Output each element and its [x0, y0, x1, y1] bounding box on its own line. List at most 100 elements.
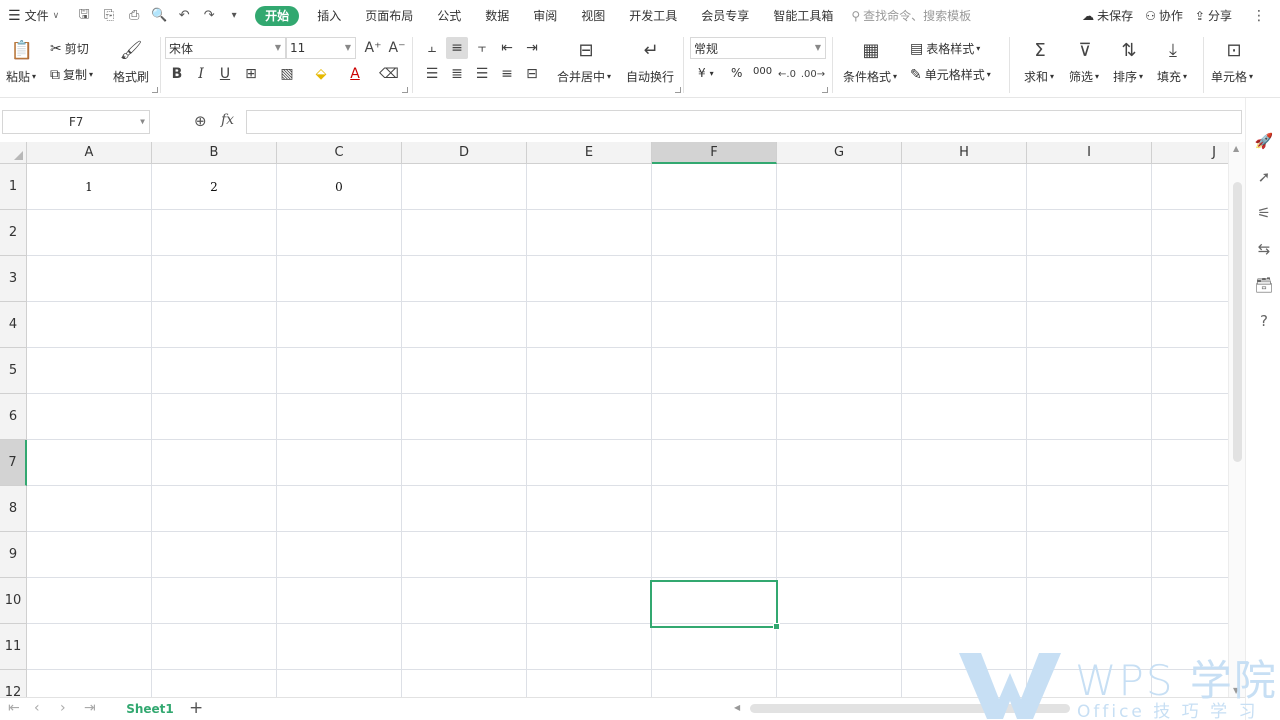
- undo-icon[interactable]: ↶: [173, 5, 195, 27]
- row-header-9[interactable]: 9: [0, 532, 27, 578]
- align-left-icon[interactable]: ☰: [421, 63, 443, 85]
- percent-format-button[interactable]: %: [731, 66, 742, 80]
- zoom-icon[interactable]: ⊕: [194, 112, 207, 130]
- paste-icon[interactable]: 📋: [8, 37, 36, 63]
- select-all-button[interactable]: [0, 142, 27, 164]
- fill-button[interactable]: 填充 ▾: [1157, 68, 1187, 85]
- column-header-i[interactable]: I: [1027, 142, 1152, 164]
- horizontal-scrollbar[interactable]: ◀: [730, 703, 1240, 714]
- fill-color-icon[interactable]: ⬙: [310, 63, 332, 85]
- column-header-f[interactable]: F: [652, 142, 777, 164]
- font-dialog-launcher[interactable]: [402, 87, 408, 93]
- row-header-3[interactable]: 3: [0, 256, 27, 302]
- tab-page-layout[interactable]: 页面布局: [353, 0, 425, 31]
- tab-review[interactable]: 审阅: [521, 0, 569, 31]
- horizontal-scroll-thumb[interactable]: [750, 704, 1070, 713]
- thousands-format-button[interactable]: 000: [753, 66, 772, 77]
- align-right-icon[interactable]: ☰: [471, 63, 493, 85]
- cell-style-button[interactable]: ✎ 单元格样式 ▾: [910, 66, 991, 83]
- filter-button[interactable]: 筛选 ▾: [1069, 68, 1099, 85]
- print-preview-icon[interactable]: 🔍: [148, 5, 170, 27]
- number-format-select[interactable]: 常规 ▼: [690, 37, 826, 59]
- cell-shading-icon[interactable]: ▧: [276, 63, 298, 85]
- column-header-h[interactable]: H: [902, 142, 1027, 164]
- increase-indent-icon[interactable]: ⇥: [521, 37, 543, 59]
- row-header-4[interactable]: 4: [0, 302, 27, 348]
- first-sheet-icon[interactable]: ⇤: [8, 700, 20, 716]
- wrap-text-icon[interactable]: ↵: [637, 37, 665, 63]
- cell-b1[interactable]: 2: [152, 164, 276, 209]
- conditional-format-icon[interactable]: ▦: [857, 37, 885, 63]
- merge-center-icon[interactable]: ⊟: [572, 37, 600, 63]
- spreadsheet-grid[interactable]: ABCDEFGHIJ 1 2 3 4 5 6 7 8 9 10 11 12 120: [0, 142, 1228, 697]
- tab-insert[interactable]: 插入: [305, 0, 353, 31]
- sheet-tab-sheet1[interactable]: Sheet1: [116, 698, 184, 720]
- row-header-2[interactable]: 2: [0, 210, 27, 256]
- tab-home[interactable]: 开始: [255, 5, 300, 26]
- cut-button[interactable]: ✂ 剪切: [50, 40, 89, 57]
- row-header-12[interactable]: 12: [0, 670, 27, 697]
- row-header-11[interactable]: 11: [0, 624, 27, 670]
- column-header-a[interactable]: A: [27, 142, 152, 164]
- font-color-icon[interactable]: A: [344, 63, 366, 85]
- column-header-j[interactable]: J: [1152, 142, 1228, 164]
- border-icon[interactable]: ⊞: [240, 63, 262, 85]
- underline-icon[interactable]: U: [214, 63, 236, 85]
- row-header-5[interactable]: 5: [0, 348, 27, 394]
- conditional-format-button[interactable]: 条件格式 ▾: [843, 68, 897, 85]
- export-pdf-icon[interactable]: ⎘: [98, 5, 120, 27]
- tab-data[interactable]: 数据: [473, 0, 521, 31]
- add-sheet-button[interactable]: +: [189, 698, 203, 718]
- clipboard-dialog-launcher[interactable]: [152, 87, 158, 93]
- fill-icon[interactable]: ⤓: [1160, 37, 1186, 63]
- collab-button[interactable]: ⚇ 协作: [1139, 7, 1189, 24]
- align-center-icon[interactable]: ≣: [446, 63, 468, 85]
- row-header-1[interactable]: 1: [0, 164, 27, 210]
- increase-decimal-icon[interactable]: ←.0: [776, 63, 798, 85]
- column-header-d[interactable]: D: [402, 142, 527, 164]
- share-button[interactable]: ⇪ 分享: [1189, 7, 1238, 24]
- cell-c1[interactable]: 0: [277, 164, 401, 209]
- tab-developer[interactable]: 开发工具: [617, 0, 689, 31]
- row-header-7[interactable]: 7: [0, 440, 27, 486]
- vertical-scroll-thumb[interactable]: [1233, 182, 1242, 462]
- save-icon[interactable]: 🖫: [73, 5, 95, 27]
- alignment-dialog-launcher[interactable]: [675, 87, 681, 93]
- last-sheet-icon[interactable]: ⇥: [84, 700, 96, 716]
- tab-member[interactable]: 会员专享: [689, 0, 761, 31]
- cursor-icon[interactable]: ➚: [1255, 168, 1273, 186]
- sum-icon[interactable]: Σ: [1027, 37, 1053, 63]
- unsaved-button[interactable]: ☁ 未保存: [1076, 7, 1139, 24]
- filter-icon[interactable]: ⊽: [1072, 37, 1098, 63]
- tab-smart-toolbox[interactable]: 智能工具箱: [761, 0, 845, 31]
- decrease-indent-icon[interactable]: ⇤: [496, 37, 518, 59]
- format-painter-button[interactable]: 格式刷: [113, 68, 149, 85]
- cell-a1[interactable]: 1: [27, 164, 151, 209]
- column-header-b[interactable]: B: [152, 142, 277, 164]
- decrease-font-icon[interactable]: A⁻: [386, 37, 408, 59]
- redo-icon[interactable]: ↷: [198, 5, 220, 27]
- prev-sheet-icon[interactable]: ‹: [34, 700, 40, 716]
- row-header-6[interactable]: 6: [0, 394, 27, 440]
- copy-button[interactable]: ⧉ 复制 ▾: [50, 66, 93, 83]
- customize-dropdown-icon[interactable]: ▾: [223, 5, 245, 27]
- cells-button[interactable]: 单元格 ▾: [1211, 68, 1253, 85]
- row-header-8[interactable]: 8: [0, 486, 27, 532]
- insert-function-icon[interactable]: fx: [221, 112, 234, 128]
- wrap-text-button[interactable]: 自动换行: [626, 68, 674, 85]
- currency-format-button[interactable]: ¥ ▾: [698, 66, 714, 80]
- more-options-icon[interactable]: ⋮: [1238, 8, 1280, 24]
- cells-icon[interactable]: ⊡: [1221, 37, 1247, 63]
- paste-button[interactable]: 粘贴 ▾: [6, 68, 36, 85]
- justify-icon[interactable]: ≡: [496, 63, 518, 85]
- italic-icon[interactable]: I: [190, 63, 212, 85]
- file-menu-button[interactable]: ☰ 文件 ∨: [0, 0, 67, 31]
- merge-center-button[interactable]: 合并居中 ▾: [557, 68, 611, 85]
- print-icon[interactable]: ⎙: [123, 5, 145, 27]
- scroll-down-icon[interactable]: ▼: [1233, 686, 1239, 695]
- backup-icon[interactable]: 🗃: [1254, 276, 1273, 294]
- bold-icon[interactable]: B: [166, 63, 188, 85]
- scroll-left-icon[interactable]: ◀: [734, 703, 740, 712]
- sort-icon[interactable]: ⇅: [1116, 37, 1142, 63]
- sum-button[interactable]: 求和 ▾: [1024, 68, 1054, 85]
